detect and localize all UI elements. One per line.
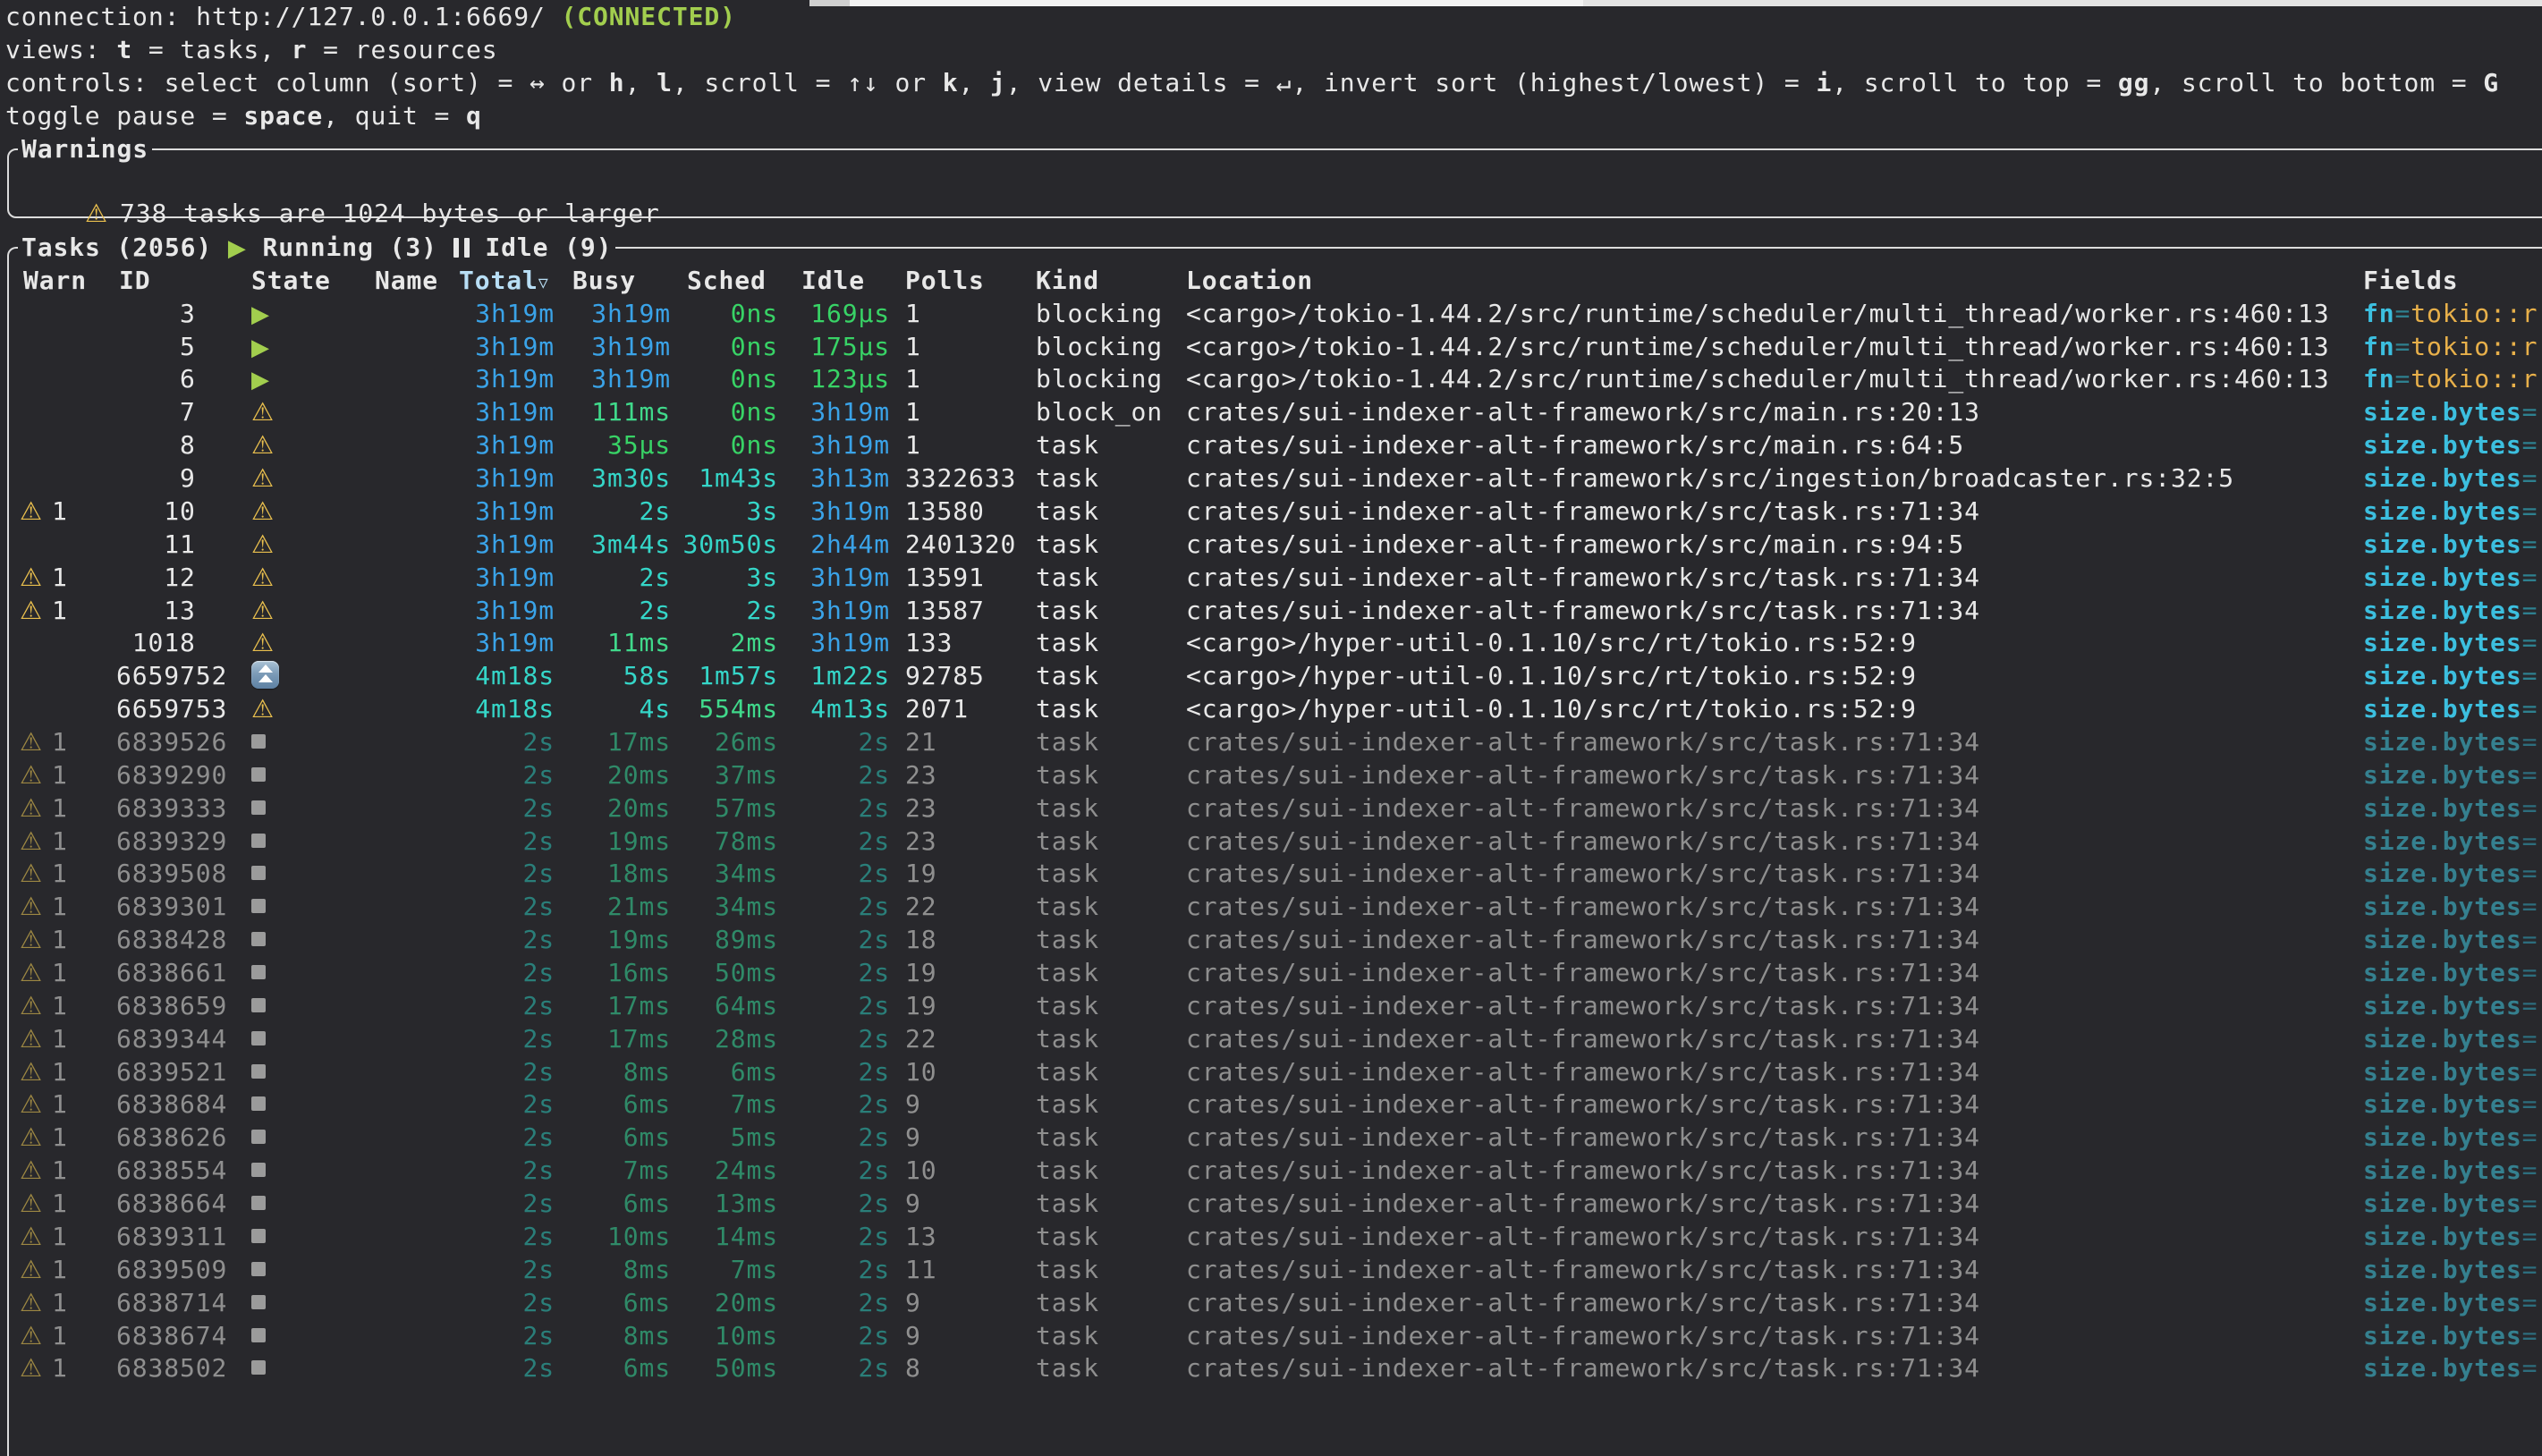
warning-item: ⚠738 tasks are 1024 bytes or larger <box>21 164 660 197</box>
tasks-panel-title: Tasks (2056) ▶ Running (3) Idle (9) <box>18 231 615 264</box>
status-line-3: toggle pause = space, quit = q <box>5 99 482 132</box>
status-line-0: connection: http://127.0.0.1:6669/ (CONN… <box>5 0 736 33</box>
running-icon: ▶ <box>228 235 247 262</box>
status-line-1: views: t = tasks, r = resources <box>5 33 498 66</box>
status-line-2: controls: select column (sort) = ↔ or h,… <box>5 66 2499 99</box>
tokio-console-terminal: { "theme": { "bg": "#28282c", "fg": "#e8… <box>0 0 2542 1451</box>
warning-text: 738 tasks are 1024 bytes or larger <box>120 199 660 228</box>
warnings-panel-title: Warnings <box>18 132 152 165</box>
warnings-panel: Warnings ⚠738 tasks are 1024 bytes or la… <box>7 148 2542 218</box>
warning-icon: ⚠ <box>85 199 108 228</box>
idle-pause-icon <box>453 231 470 264</box>
tasks-panel: Tasks (2056) ▶ Running (3) Idle (9) <box>7 247 2542 1456</box>
